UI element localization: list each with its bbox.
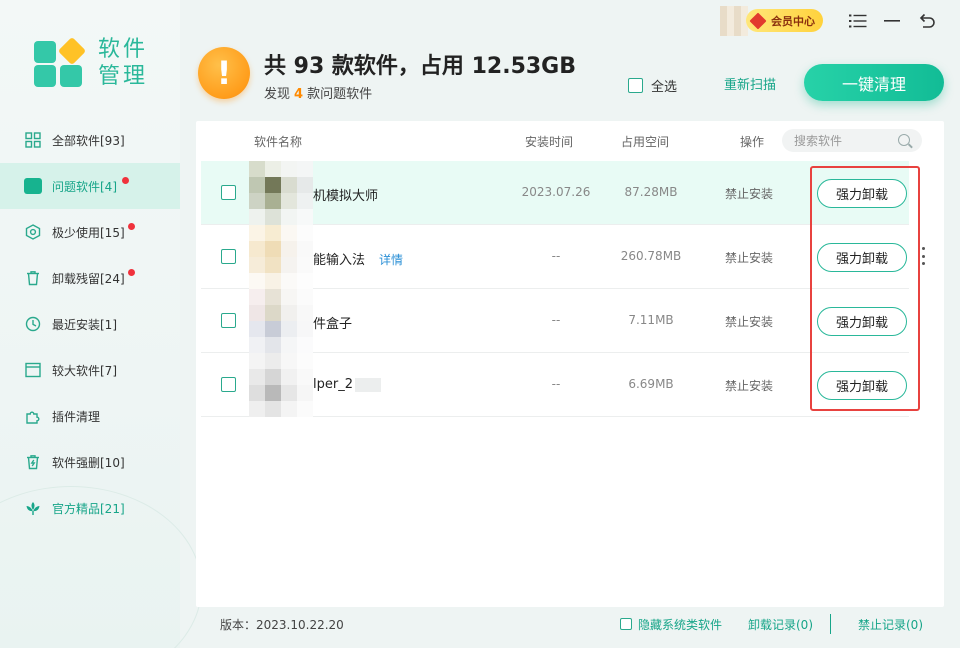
- diamond-icon: [749, 12, 767, 29]
- warning-icon: !: [198, 47, 250, 99]
- hide-system-checkbox[interactable]: [620, 618, 632, 630]
- sidebar-item-recent-install[interactable]: 最近安装[1]: [0, 301, 180, 347]
- summary-title: 共 93 款软件，占用 12.53GB: [264, 54, 577, 79]
- summary-subtitle: 发现 4 款问题软件: [264, 87, 373, 102]
- sidebar-item-label: 最近安装[1]: [52, 317, 117, 332]
- notification-dot: [128, 223, 135, 230]
- force-uninstall-button[interactable]: 强力卸载: [817, 371, 907, 400]
- block-install-toggle[interactable]: 禁止安装: [694, 249, 804, 266]
- sidebar-item-label: 全部软件[93]: [52, 133, 125, 148]
- redacted-text: [354, 377, 381, 392]
- install-time: --: [551, 313, 561, 327]
- menu-list-icon[interactable]: [847, 10, 869, 32]
- vip-center-button[interactable]: 会员中心: [746, 9, 823, 32]
- rescan-link[interactable]: 重新扫描: [724, 74, 776, 93]
- sidebar-item-problem-software[interactable]: 问题软件[4]: [0, 163, 180, 209]
- column-header-size: 占用空间: [621, 135, 670, 149]
- block-install-toggle[interactable]: 禁止安装: [694, 185, 804, 202]
- row-checkbox[interactable]: [221, 249, 236, 264]
- details-link[interactable]: 详情: [379, 253, 403, 267]
- sidebar-item-force-delete[interactable]: 软件强删[10]: [0, 439, 180, 485]
- vip-center-label: 会员中心: [771, 14, 815, 28]
- search-input[interactable]: 搜索软件: [782, 129, 922, 152]
- software-name: lper_2: [313, 377, 381, 392]
- disk-usage: 7.11MB: [628, 313, 674, 327]
- hexagon-icon: [24, 223, 42, 241]
- select-all-label: 全选: [651, 80, 678, 95]
- more-options-icon[interactable]: [921, 247, 925, 265]
- puzzle-icon: [24, 407, 42, 425]
- table-row[interactable]: 机模拟大师 2023.07.26 87.28MB 禁止安装 强力卸载: [201, 161, 909, 225]
- sidebar-item-official-picks[interactable]: 官方精品[21]: [0, 485, 180, 531]
- row-checkbox[interactable]: [221, 313, 236, 328]
- sidebar-menu: 全部软件[93] 问题软件[4] 极少使用[15] 卸载残留[24] 最近安装[…: [0, 117, 180, 531]
- footer-divider: [830, 614, 831, 634]
- table-row[interactable]: 能输入法 详情 -- 260.78MB 禁止安装 强力卸载: [201, 225, 925, 289]
- app-logo: 软件管理: [34, 36, 150, 90]
- hide-system-software-label[interactable]: 隐藏系统类软件: [638, 616, 722, 633]
- minimize-icon[interactable]: [881, 10, 903, 32]
- software-name: 能输入法 详情: [313, 253, 404, 268]
- sidebar-item-label: 官方精品[21]: [52, 501, 125, 516]
- sidebar: 软件管理 全部软件[93] 问题软件[4] 极少使用[15] 卸载残留[24] …: [0, 0, 202, 648]
- app-icon: [249, 353, 313, 417]
- install-time: --: [551, 249, 561, 263]
- force-delete-icon: [24, 453, 42, 471]
- software-table: 软件名称 安装时间 占用空间 操作 搜索软件 机模拟大师 2023.07.26 …: [196, 121, 944, 607]
- sidebar-item-plugin-clean[interactable]: 插件清理: [0, 393, 180, 439]
- notification-dot: [122, 177, 129, 184]
- row-checkbox[interactable]: [221, 377, 236, 392]
- sidebar-item-uninstall-residue[interactable]: 卸载残留[24]: [0, 255, 180, 301]
- force-uninstall-button[interactable]: 强力卸载: [817, 307, 907, 336]
- user-avatar[interactable]: [720, 6, 748, 36]
- search-icon: [898, 134, 910, 146]
- sidebar-item-label: 极少使用[15]: [52, 225, 125, 240]
- column-header-name: 软件名称: [254, 135, 303, 149]
- app-icon: [249, 225, 313, 289]
- sidebar-item-label: 较大软件[7]: [52, 363, 117, 378]
- one-click-clean-button[interactable]: 一键清理: [804, 64, 944, 101]
- select-all-checkbox[interactable]: 全选: [628, 76, 677, 95]
- block-install-toggle[interactable]: 禁止安装: [694, 377, 804, 394]
- software-name: 件盒子: [313, 317, 353, 332]
- window-icon: [24, 361, 42, 379]
- clock-icon: [24, 315, 42, 333]
- sidebar-item-rarely-used[interactable]: 极少使用[15]: [0, 209, 180, 255]
- app-icon: [249, 289, 313, 353]
- disk-usage: 87.28MB: [624, 185, 678, 199]
- app-icon: [249, 161, 313, 225]
- trash-icon: [24, 269, 42, 287]
- table-row[interactable]: 件盒子 -- 7.11MB 禁止安装 强力卸载: [201, 289, 909, 353]
- row-checkbox[interactable]: [221, 185, 236, 200]
- sidebar-item-label: 卸载残留[24]: [52, 271, 125, 286]
- problem-icon: [24, 177, 42, 195]
- app-title: 软件管理: [98, 37, 149, 89]
- software-name: 机模拟大师: [313, 189, 379, 204]
- uninstall-log-link[interactable]: 卸载记录(0): [748, 616, 813, 633]
- version-label: 版本：2023.10.22.20: [220, 618, 344, 632]
- column-header-install-time: 安装时间: [525, 135, 574, 149]
- table-row[interactable]: lper_2 -- 6.69MB 禁止安装 强力卸载: [201, 353, 909, 417]
- force-uninstall-button[interactable]: 强力卸载: [817, 179, 907, 208]
- sidebar-item-label: 插件清理: [52, 409, 101, 424]
- install-time: --: [551, 377, 561, 391]
- logo-icon: [34, 36, 87, 89]
- sidebar-item-label: 软件强删[10]: [52, 455, 125, 470]
- disk-usage: 260.78MB: [620, 249, 682, 263]
- sidebar-item-label: 问题软件[4]: [52, 179, 117, 194]
- sidebar-item-all-software[interactable]: 全部软件[93]: [0, 117, 180, 163]
- grid-icon: [24, 131, 42, 149]
- notification-dot: [128, 269, 135, 276]
- block-install-toggle[interactable]: 禁止安装: [694, 313, 804, 330]
- lotus-icon: [24, 499, 42, 517]
- sidebar-item-large-software[interactable]: 较大软件[7]: [0, 347, 180, 393]
- back-icon[interactable]: [916, 10, 938, 32]
- install-time: 2023.07.26: [521, 185, 591, 199]
- checkbox[interactable]: [628, 78, 643, 93]
- block-log-link[interactable]: 禁止记录(0): [858, 616, 923, 633]
- problem-count: 4: [294, 87, 304, 102]
- force-uninstall-button[interactable]: 强力卸载: [817, 243, 907, 272]
- disk-usage: 6.69MB: [628, 377, 674, 391]
- column-header-action: 操作: [740, 135, 765, 149]
